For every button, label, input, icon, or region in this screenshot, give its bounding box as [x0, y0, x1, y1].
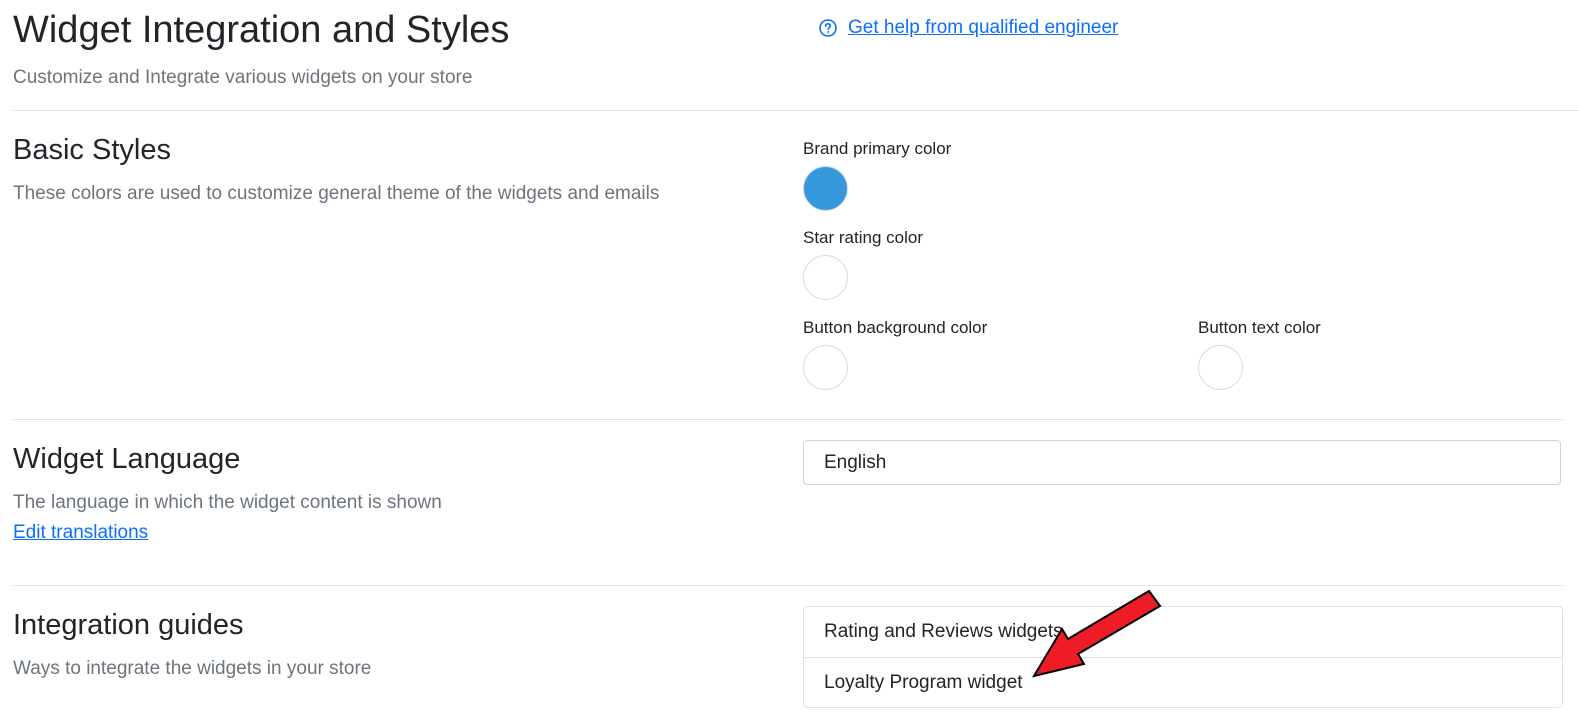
guide-item-rating-reviews[interactable]: Rating and Reviews widgets: [804, 607, 1562, 657]
page-title: Widget Integration and Styles: [13, 9, 510, 51]
widget-language-description: The language in which the widget content…: [13, 492, 442, 513]
widget-language-divider: [13, 585, 1563, 586]
edit-translations-link[interactable]: Edit translations: [13, 521, 148, 545]
button-text-color-swatch[interactable]: [1198, 345, 1243, 390]
basic-styles-title: Basic Styles: [13, 134, 171, 166]
basic-styles-divider: [13, 419, 1563, 420]
help-link-label: Get help from qualified engineer: [848, 17, 1119, 38]
language-select-value: English: [824, 451, 887, 473]
question-circle-icon: [818, 18, 838, 38]
basic-styles-description: These colors are used to customize gener…: [13, 183, 660, 204]
brand-primary-color-swatch[interactable]: [803, 166, 848, 211]
header-divider: [13, 110, 1578, 111]
page-subtitle: Customize and Integrate various widgets …: [13, 67, 473, 88]
help-link[interactable]: Get help from qualified engineer: [818, 16, 1118, 40]
guide-item-label: Loyalty Program widget: [824, 671, 1023, 693]
star-rating-color-swatch[interactable]: [803, 255, 848, 300]
button-background-color-swatch[interactable]: [803, 345, 848, 390]
button-text-color-label: Button text color: [1198, 318, 1321, 337]
brand-primary-color-label: Brand primary color: [803, 139, 952, 158]
language-select[interactable]: English: [803, 440, 1561, 485]
integration-guides-title: Integration guides: [13, 609, 244, 641]
guide-item-loyalty-program[interactable]: Loyalty Program widget: [804, 657, 1562, 707]
guide-item-label: Rating and Reviews widgets: [824, 621, 1063, 642]
widget-language-title: Widget Language: [13, 443, 241, 475]
widget-settings-page: Widget Integration and Styles Customize …: [0, 0, 1578, 726]
button-background-color-label: Button background color: [803, 318, 988, 337]
integration-guides-description: Ways to integrate the widgets in your st…: [13, 658, 372, 679]
integration-guides-list: Rating and Reviews widgets Loyalty Progr…: [803, 606, 1563, 708]
star-rating-color-label: Star rating color: [803, 228, 923, 247]
